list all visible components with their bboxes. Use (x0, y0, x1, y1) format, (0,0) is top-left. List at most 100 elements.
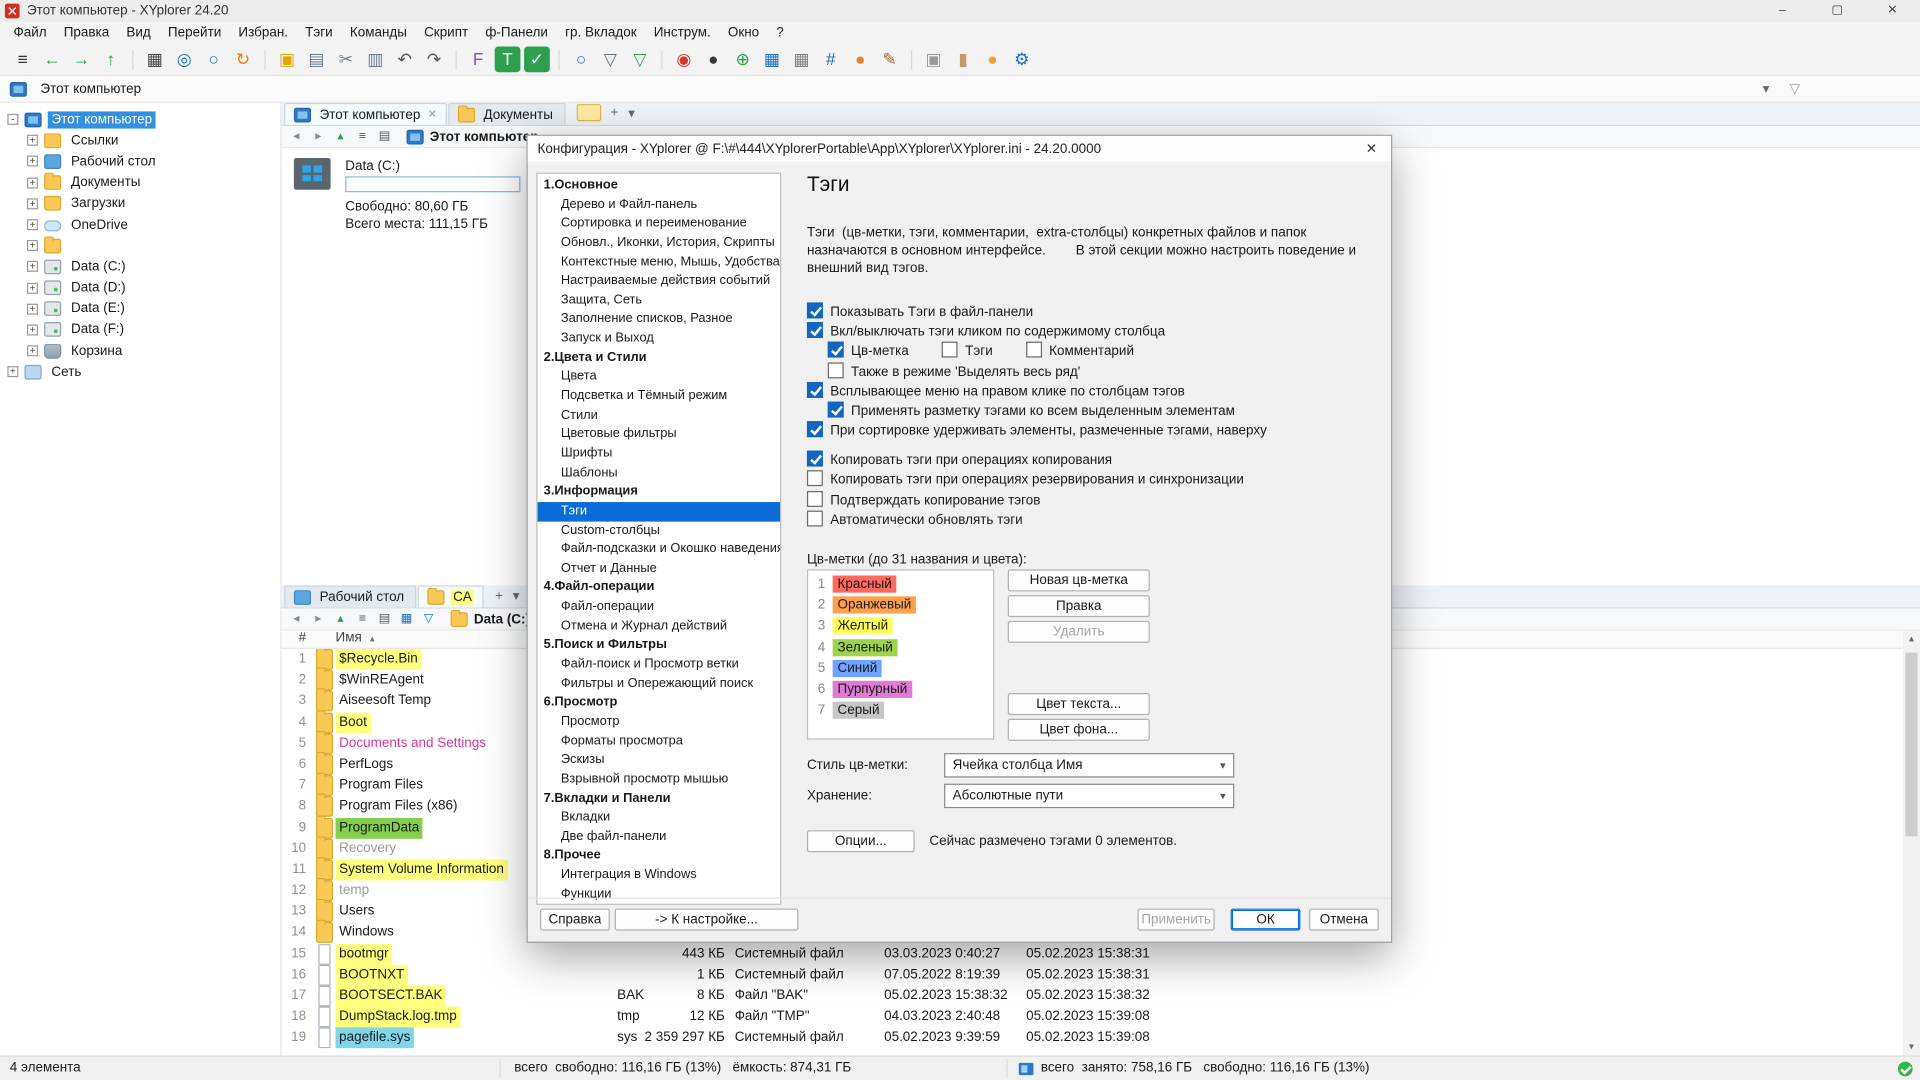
goto-setting-button[interactable]: -> К настройке... (615, 909, 799, 931)
tree-item[interactable]: + Data (E:) (0, 298, 280, 319)
file-row[interactable]: 16 BOOTNXT 1 КБ Системный файл 07.05.202… (282, 965, 1903, 986)
filter-icon[interactable]: ▽ (598, 47, 624, 73)
redo-icon[interactable]: ↷ (421, 47, 447, 73)
tab[interactable]: Рабочий стол (284, 585, 416, 607)
tab[interactable]: CA (418, 585, 484, 607)
config-nav-item[interactable]: 8.Прочее (538, 847, 780, 866)
help-button[interactable]: Справка (540, 909, 610, 931)
tag-label-row[interactable]: 7 Серый (808, 700, 993, 721)
menu-item[interactable]: Избран. (230, 26, 297, 41)
address-filter-icon[interactable]: ▽ (1790, 81, 1800, 97)
file-row[interactable]: 18 DumpStack.log.tmp tmp 12 КБ Файл "TMP… (282, 1007, 1903, 1028)
new-tab-button[interactable]: + (495, 588, 503, 603)
tab-list-dropdown-icon[interactable]: ▾ (628, 105, 635, 121)
drive-tile[interactable]: Data (C:) Свободно: 80,60 ГБ Всего места… (294, 156, 563, 242)
zoom-icon[interactable]: ○ (201, 47, 227, 73)
pane-menu-icon[interactable]: ≡ (353, 130, 373, 143)
edit-label-button[interactable]: Правка (1008, 595, 1150, 617)
pane-back-icon[interactable]: ◂ (287, 130, 307, 143)
panel-layout-icon[interactable]: ▣ (921, 47, 947, 73)
options-button[interactable]: Опции... (807, 830, 915, 852)
text-color-button[interactable]: Цвет текста... (1008, 693, 1150, 715)
label-style-select[interactable]: Ячейка столбца Имя (944, 753, 1234, 777)
config-nav-item[interactable]: Стили (538, 406, 780, 425)
config-nav-item[interactable]: Файл-поиск и Просмотр ветки (538, 655, 780, 674)
minimize-button[interactable]: – (1755, 0, 1810, 22)
checkbox[interactable] (807, 490, 823, 506)
menu-item[interactable]: гр. Вкладок (557, 26, 646, 41)
config-nav-item[interactable]: Защита, Сеть (538, 291, 780, 310)
tree-item[interactable]: + Data (D:) (0, 277, 280, 298)
config-nav-item[interactable]: Подсветка и Тёмный режим (538, 387, 780, 406)
rename-icon[interactable]: F (465, 47, 491, 73)
keypad-icon[interactable]: ▦ (789, 47, 815, 73)
tree-item[interactable]: + (0, 235, 280, 256)
config-nav-item[interactable]: Шаблоны (538, 464, 780, 483)
config-nav-item[interactable]: Две файл-панели (538, 827, 780, 846)
checkbox[interactable] (1026, 342, 1042, 358)
config-nav-item[interactable]: Цветовые фильтры (538, 425, 780, 444)
tree-item[interactable]: + Рабочий стол (0, 151, 280, 172)
config-nav-item[interactable]: Эскизы (538, 751, 780, 770)
tree-item[interactable]: + Data (C:) (0, 256, 280, 277)
menu-item[interactable]: ф-Панели (477, 26, 557, 41)
toolbar-divider[interactable] (558, 50, 559, 70)
tag-label-row[interactable]: 4 Зеленый (808, 637, 993, 658)
checkbox[interactable] (828, 402, 844, 418)
up-icon[interactable]: ↑ (98, 47, 124, 73)
cut-icon[interactable]: ✂ (333, 47, 359, 73)
undo-icon[interactable]: ↶ (392, 47, 418, 73)
menu-item[interactable]: Файл (5, 26, 55, 41)
hash-icon[interactable]: # (818, 47, 844, 73)
tab-folder-button[interactable] (576, 104, 600, 121)
config-nav-item[interactable]: Дерево и Файл-панель (538, 195, 780, 214)
tree-item[interactable]: + Документы (0, 172, 280, 193)
toolbar-divider[interactable] (911, 50, 912, 70)
filter-green-icon[interactable]: ▽ (627, 47, 653, 73)
config-nav-item[interactable]: Фильтры и Опережающий поиск (538, 674, 780, 693)
tree-expander-icon[interactable]: + (27, 345, 38, 356)
tree-expander-icon[interactable]: + (27, 177, 38, 188)
checkbox[interactable] (807, 382, 823, 398)
refresh-go-icon[interactable]: ↻ (230, 47, 256, 73)
tree-expander-icon[interactable]: + (27, 261, 38, 272)
menu-item[interactable]: Тэги (297, 26, 342, 41)
checkbox[interactable] (807, 421, 823, 437)
menu-item[interactable]: Правка (55, 26, 118, 41)
config-nav-item[interactable]: Контекстные меню, Мышь, Удобства (538, 253, 780, 272)
find-target-icon[interactable]: ◎ (171, 47, 197, 73)
brush-icon[interactable]: ✎ (877, 47, 903, 73)
column-header-number[interactable]: # (287, 631, 307, 646)
menu-item[interactable]: Вид (118, 26, 160, 41)
config-nav-item[interactable]: 4.Файл-операции (538, 579, 780, 598)
tree-item[interactable]: - Этот компьютер (0, 109, 280, 130)
toolbar-divider[interactable] (456, 50, 457, 70)
toolbar-divider[interactable] (132, 50, 133, 70)
menu-item[interactable]: Команды (341, 26, 415, 41)
tree-expander-icon[interactable]: + (7, 367, 18, 378)
config-nav-item[interactable]: Файл-операции (538, 598, 780, 617)
pane-breadcrumb[interactable]: Data (C:) (451, 612, 530, 627)
spiral-icon[interactable]: ◉ (671, 47, 697, 73)
browser-icon[interactable]: ● (847, 47, 873, 73)
config-nav-item[interactable]: Заполнение списков, Разное (538, 310, 780, 329)
background-color-button[interactable]: Цвет фона... (1008, 719, 1150, 741)
config-nav-item[interactable]: Сортировка и переименование (538, 215, 780, 234)
tree-item[interactable]: + Ссылки (0, 130, 280, 151)
vertical-scrollbar[interactable] (1903, 631, 1920, 1056)
new-label-button[interactable]: Новая цв-метка (1008, 569, 1150, 591)
pane-filter-icon[interactable]: ▽ (419, 612, 439, 625)
checkbox[interactable] (807, 322, 823, 338)
pane-up-icon[interactable]: ▴ (331, 130, 351, 143)
tree-toggle-icon[interactable]: T (495, 47, 521, 73)
tree-expander-icon[interactable]: + (27, 303, 38, 314)
new-tab-button[interactable]: + (610, 105, 618, 120)
tab-close-icon[interactable] (428, 108, 437, 121)
config-nav-item[interactable]: Тэги (538, 502, 780, 521)
pane-sync-icon[interactable]: ▦ (397, 612, 417, 625)
pane-forward-icon[interactable]: ▸ (309, 130, 329, 143)
config-nav-item[interactable]: Цвета (538, 368, 780, 387)
cancel-button[interactable]: Отмена (1309, 909, 1379, 931)
checkbox[interactable] (807, 510, 823, 526)
file-row[interactable]: 17 BOOTSECT.BAK BAK 8 КБ Файл "BAK" 05.0… (282, 986, 1903, 1007)
